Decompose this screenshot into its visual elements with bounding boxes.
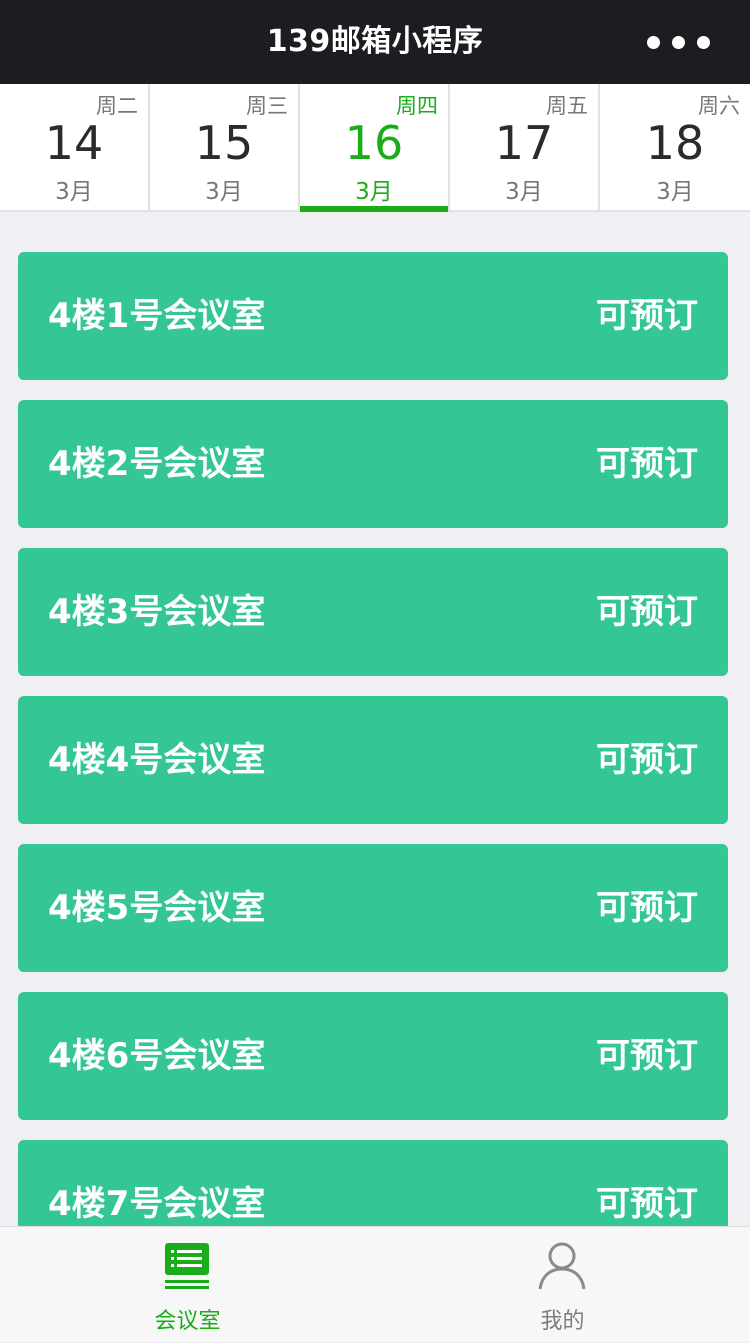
- room-status: 可预订: [596, 740, 698, 780]
- room-card[interactable]: 4楼7号会议室 可预订: [18, 1140, 728, 1226]
- list-icon: [165, 1243, 209, 1289]
- date-month: 3月: [656, 179, 694, 205]
- user-icon: [538, 1242, 586, 1290]
- tab-bar: 会议室 我的: [0, 1226, 750, 1342]
- date-day: 18: [645, 116, 705, 170]
- room-name: 4楼3号会议室: [48, 592, 266, 632]
- room-card[interactable]: 4楼1号会议室 可预订: [18, 252, 728, 380]
- more-dot: [672, 35, 685, 49]
- date-item-17[interactable]: 周五 17 3月: [450, 84, 600, 212]
- room-status: 可预订: [596, 1184, 698, 1224]
- room-name: 4楼5号会议室: [48, 888, 266, 928]
- room-status: 可预订: [596, 444, 698, 484]
- date-month: 3月: [505, 179, 543, 205]
- room-status: 可预订: [596, 296, 698, 336]
- date-day: 14: [44, 116, 104, 170]
- room-name: 4楼1号会议室: [48, 296, 266, 336]
- date-item-16[interactable]: 周四 16 3月: [300, 84, 450, 212]
- more-dot: [647, 35, 660, 49]
- room-name: 4楼7号会议室: [48, 1184, 266, 1224]
- date-month: 3月: [355, 179, 393, 205]
- date-item-15[interactable]: 周三 15 3月: [150, 84, 300, 212]
- date-item-14[interactable]: 周二 14 3月: [0, 84, 150, 212]
- date-item-18[interactable]: 周六 18 3月: [600, 84, 750, 212]
- room-name: 4楼6号会议室: [48, 1036, 266, 1076]
- date-month: 3月: [205, 179, 243, 205]
- room-card[interactable]: 4楼4号会议室 可预订: [18, 696, 728, 824]
- date-day: 17: [494, 116, 554, 170]
- tab-mine[interactable]: 我的: [375, 1227, 750, 1343]
- tab-label: 我的: [540, 1309, 585, 1334]
- date-day: 15: [194, 116, 254, 170]
- room-status: 可预订: [596, 888, 698, 928]
- tab-label: 会议室: [154, 1309, 221, 1334]
- room-status: 可预订: [596, 592, 698, 632]
- tab-meeting-rooms[interactable]: 会议室: [0, 1227, 375, 1343]
- room-card[interactable]: 4楼2号会议室 可预订: [18, 400, 728, 528]
- room-card[interactable]: 4楼5号会议室 可预订: [18, 844, 728, 972]
- page-title: 139邮箱小程序: [266, 24, 484, 59]
- room-status: 可预订: [596, 1036, 698, 1076]
- date-month: 3月: [55, 179, 93, 205]
- meeting-room-list: 4楼1号会议室 可预订 4楼2号会议室 可预订 4楼3号会议室 可预订 4楼4号…: [18, 252, 728, 1226]
- more-dots-icon[interactable]: [647, 34, 710, 50]
- room-card[interactable]: 4楼6号会议室 可预订: [18, 992, 728, 1120]
- date-selector: 周二 14 3月 周三 15 3月 周四 16 3月 周五 17 3月 周六 1…: [0, 84, 750, 212]
- date-day: 16: [344, 116, 404, 170]
- room-card[interactable]: 4楼3号会议室 可预订: [18, 548, 728, 676]
- room-name: 4楼4号会议室: [48, 740, 266, 780]
- more-dot: [697, 35, 710, 49]
- room-name: 4楼2号会议室: [48, 444, 266, 484]
- navigation-bar: 139邮箱小程序: [0, 0, 750, 84]
